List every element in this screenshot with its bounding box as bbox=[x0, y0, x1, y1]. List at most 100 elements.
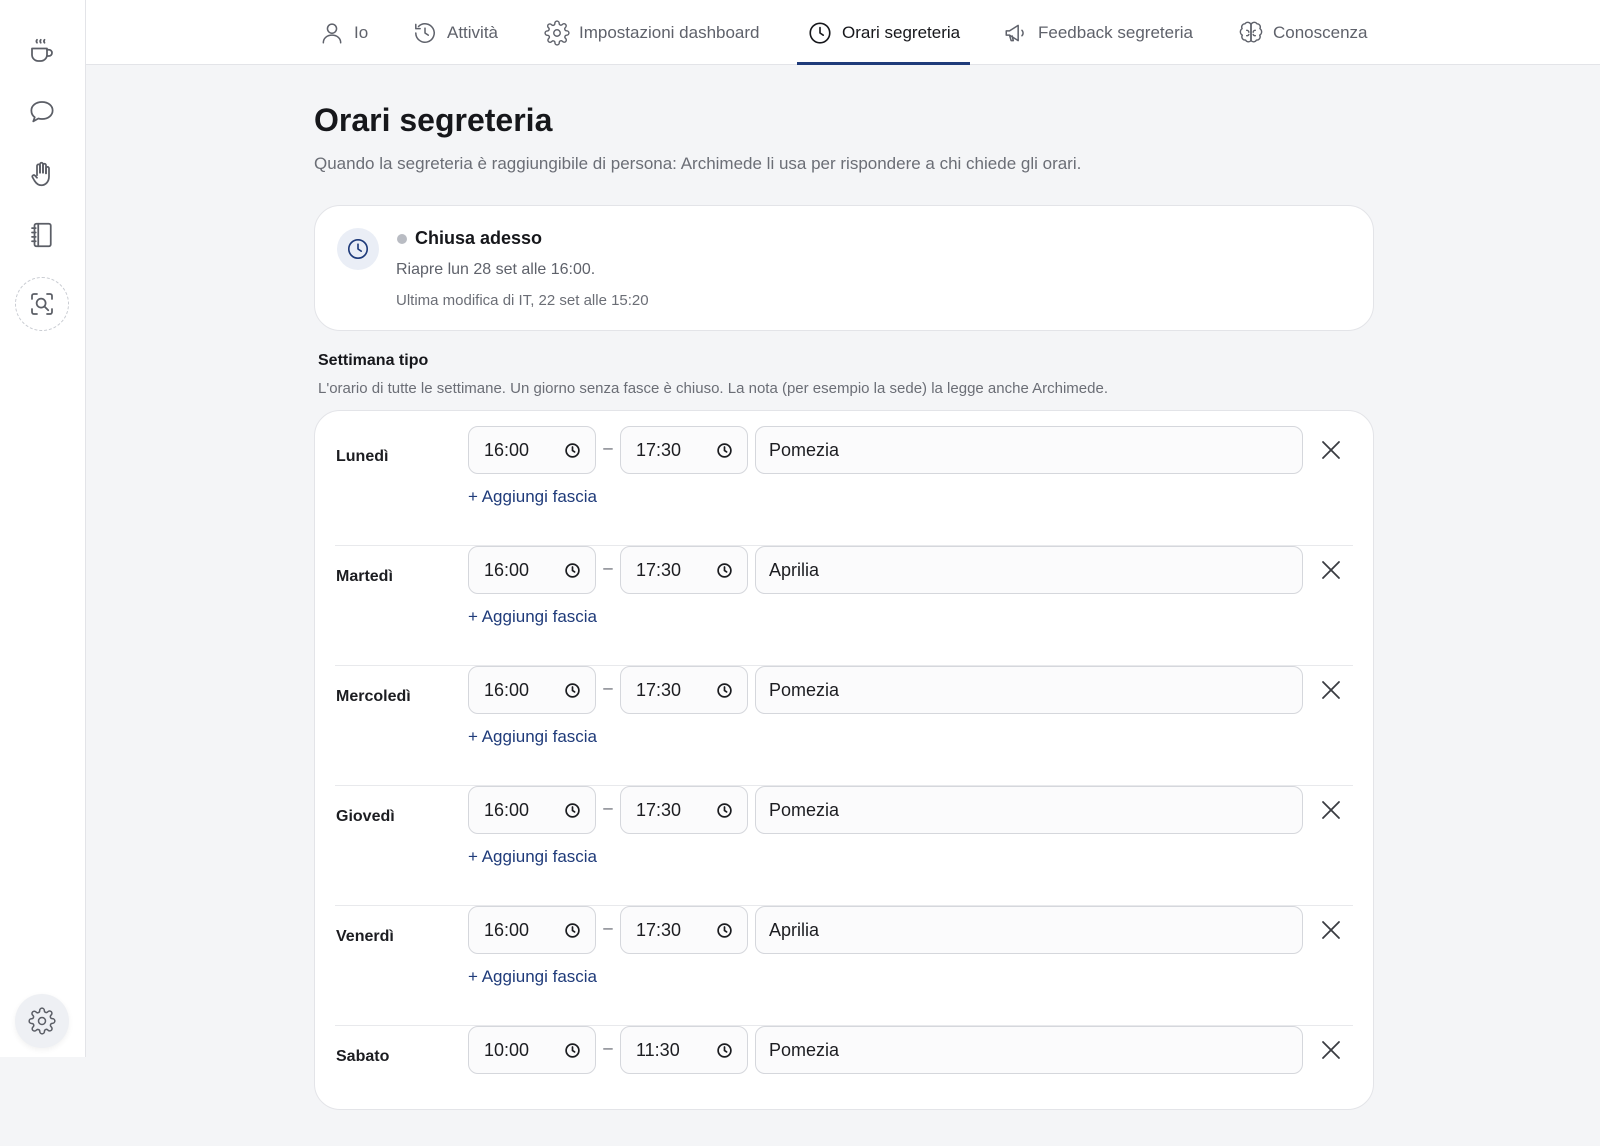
start-time-input[interactable]: 16:00 bbox=[468, 666, 596, 714]
start-time-value: 16:00 bbox=[484, 679, 530, 700]
note-input[interactable]: Pomezia bbox=[755, 786, 1303, 834]
add-slot-link[interactable]: + Aggiungi fascia bbox=[468, 847, 597, 867]
remove-slot-button[interactable] bbox=[1317, 796, 1345, 824]
close-icon bbox=[1322, 801, 1340, 819]
user-icon bbox=[322, 22, 342, 44]
start-time-input[interactable]: 16:00 bbox=[468, 546, 596, 594]
end-time-input[interactable]: 17:30 bbox=[620, 426, 748, 474]
tab-label: Feedback segreteria bbox=[1038, 22, 1193, 42]
sidebar-item-chat[interactable] bbox=[15, 85, 69, 139]
sidebar-settings-button[interactable] bbox=[15, 994, 69, 1048]
sidebar-item-notebook[interactable] bbox=[15, 208, 69, 262]
day-name: Mercoledì bbox=[336, 688, 411, 705]
page-title: Orari segreteria bbox=[314, 102, 553, 138]
day-row-martedi: Martedì 16:00 – 17:30 Aprilia + Aggiungi… bbox=[335, 546, 1353, 666]
sidebar bbox=[0, 0, 86, 1057]
day-name: Giovedì bbox=[336, 808, 395, 825]
start-time-value: 10:00 bbox=[484, 1039, 530, 1060]
gear-icon bbox=[28, 1007, 56, 1035]
tab-label: Impostazioni dashboard bbox=[579, 22, 760, 42]
note-value: Pomezia bbox=[769, 1039, 840, 1060]
tab-orari-segreteria[interactable]: Orari segreteria bbox=[797, 0, 971, 65]
tab-feedback-segreteria[interactable]: Feedback segreteria bbox=[993, 0, 1203, 65]
note-input[interactable]: Pomezia bbox=[755, 426, 1303, 474]
end-time-input[interactable]: 11:30 bbox=[620, 1026, 748, 1074]
end-time-value: 17:30 bbox=[636, 559, 682, 580]
day-name: Sabato bbox=[336, 1048, 390, 1065]
end-time-input[interactable]: 17:30 bbox=[620, 666, 748, 714]
clock-icon bbox=[717, 803, 732, 818]
tab-label: Io bbox=[354, 22, 369, 42]
time-separator: – bbox=[603, 798, 613, 817]
start-time-value: 16:00 bbox=[484, 439, 530, 460]
status-clock-badge bbox=[337, 228, 379, 270]
sidebar-item-coffee[interactable] bbox=[15, 24, 69, 78]
status-reopen-text: Riapre lun 28 set alle 16:00. bbox=[396, 261, 596, 278]
status-title: Chiusa adesso bbox=[415, 228, 543, 248]
day-name: Martedì bbox=[336, 568, 393, 585]
day-row-sabato: Sabato 10:00 – 11:30 Pomezia bbox=[335, 1026, 1353, 1146]
end-time-input[interactable]: 17:30 bbox=[620, 546, 748, 594]
remove-slot-button[interactable] bbox=[1317, 556, 1345, 584]
clock-icon bbox=[717, 563, 732, 578]
time-separator: – bbox=[603, 678, 613, 697]
clock-icon bbox=[565, 1043, 580, 1058]
clock-icon bbox=[717, 443, 732, 458]
tab-conoscenza[interactable]: Conoscenza bbox=[1228, 0, 1378, 65]
tab-io[interactable]: Io bbox=[309, 0, 378, 65]
sidebar-item-search[interactable] bbox=[15, 277, 69, 331]
remove-slot-button[interactable] bbox=[1317, 436, 1345, 464]
status-last-modified: Ultima modifica di IT, 22 set alle 15:20 bbox=[396, 292, 649, 309]
tab-impostazioni-dashboard[interactable]: Impostazioni dashboard bbox=[534, 0, 770, 65]
note-value: Pomezia bbox=[769, 439, 840, 460]
clock-icon bbox=[565, 923, 580, 938]
close-icon bbox=[1322, 561, 1340, 579]
note-input[interactable]: Pomezia bbox=[755, 1026, 1303, 1074]
note-value: Pomezia bbox=[769, 679, 840, 700]
start-time-input[interactable]: 10:00 bbox=[468, 1026, 596, 1074]
time-separator: – bbox=[603, 918, 613, 937]
tab-label: Conoscenza bbox=[1273, 22, 1368, 42]
time-separator: – bbox=[603, 438, 613, 457]
clock-icon bbox=[565, 683, 580, 698]
status-dot bbox=[397, 234, 407, 244]
add-slot-link[interactable]: + Aggiungi fascia bbox=[468, 727, 597, 747]
close-icon bbox=[1322, 1041, 1340, 1059]
tab-label: Attività bbox=[447, 22, 499, 42]
page-subtitle: Quando la segreteria è raggiungibile di … bbox=[314, 154, 1082, 173]
note-input[interactable]: Pomezia bbox=[755, 666, 1303, 714]
add-slot-link[interactable]: + Aggiungi fascia bbox=[468, 967, 597, 987]
clock-icon bbox=[717, 1043, 732, 1058]
start-time-input[interactable]: 16:00 bbox=[468, 786, 596, 834]
search-scan-icon bbox=[31, 293, 53, 315]
week-section-title: Settimana tipo bbox=[318, 352, 429, 369]
remove-slot-button[interactable] bbox=[1317, 1036, 1345, 1064]
start-time-input[interactable]: 16:00 bbox=[468, 906, 596, 954]
brain-icon bbox=[1239, 21, 1263, 42]
week-section-description: L'orario di tutte le settimane. Un giorn… bbox=[318, 380, 1108, 397]
gear-icon bbox=[544, 19, 570, 46]
clock-icon bbox=[809, 21, 831, 44]
note-value: Pomezia bbox=[769, 799, 840, 820]
history-clock-icon bbox=[415, 22, 435, 43]
remove-slot-button[interactable] bbox=[1317, 676, 1345, 704]
clock-icon bbox=[717, 923, 732, 938]
time-separator: – bbox=[603, 558, 613, 577]
end-time-value: 17:30 bbox=[636, 679, 682, 700]
end-time-input[interactable]: 17:30 bbox=[620, 906, 748, 954]
note-input[interactable]: Aprilia bbox=[755, 546, 1303, 594]
tab-attivita[interactable]: Attività bbox=[402, 0, 508, 65]
clock-icon bbox=[565, 563, 580, 578]
day-row-venerdi: Venerdì 16:00 – 17:30 Aprilia + Aggiungi… bbox=[335, 906, 1353, 1026]
status-card: Chiusa adesso Riapre lun 28 set alle 16:… bbox=[314, 205, 1374, 331]
add-slot-link[interactable]: + Aggiungi fascia bbox=[468, 607, 597, 627]
start-time-input[interactable]: 16:00 bbox=[468, 426, 596, 474]
tab-label: Orari segreteria bbox=[842, 22, 961, 42]
sidebar-item-hand[interactable] bbox=[15, 147, 69, 201]
add-slot-link[interactable]: + Aggiungi fascia bbox=[468, 487, 597, 507]
note-input[interactable]: Aprilia bbox=[755, 906, 1303, 954]
end-time-input[interactable]: 17:30 bbox=[620, 786, 748, 834]
remove-slot-button[interactable] bbox=[1317, 916, 1345, 944]
coffee-cup-icon bbox=[31, 38, 53, 62]
end-time-value: 17:30 bbox=[636, 439, 682, 460]
